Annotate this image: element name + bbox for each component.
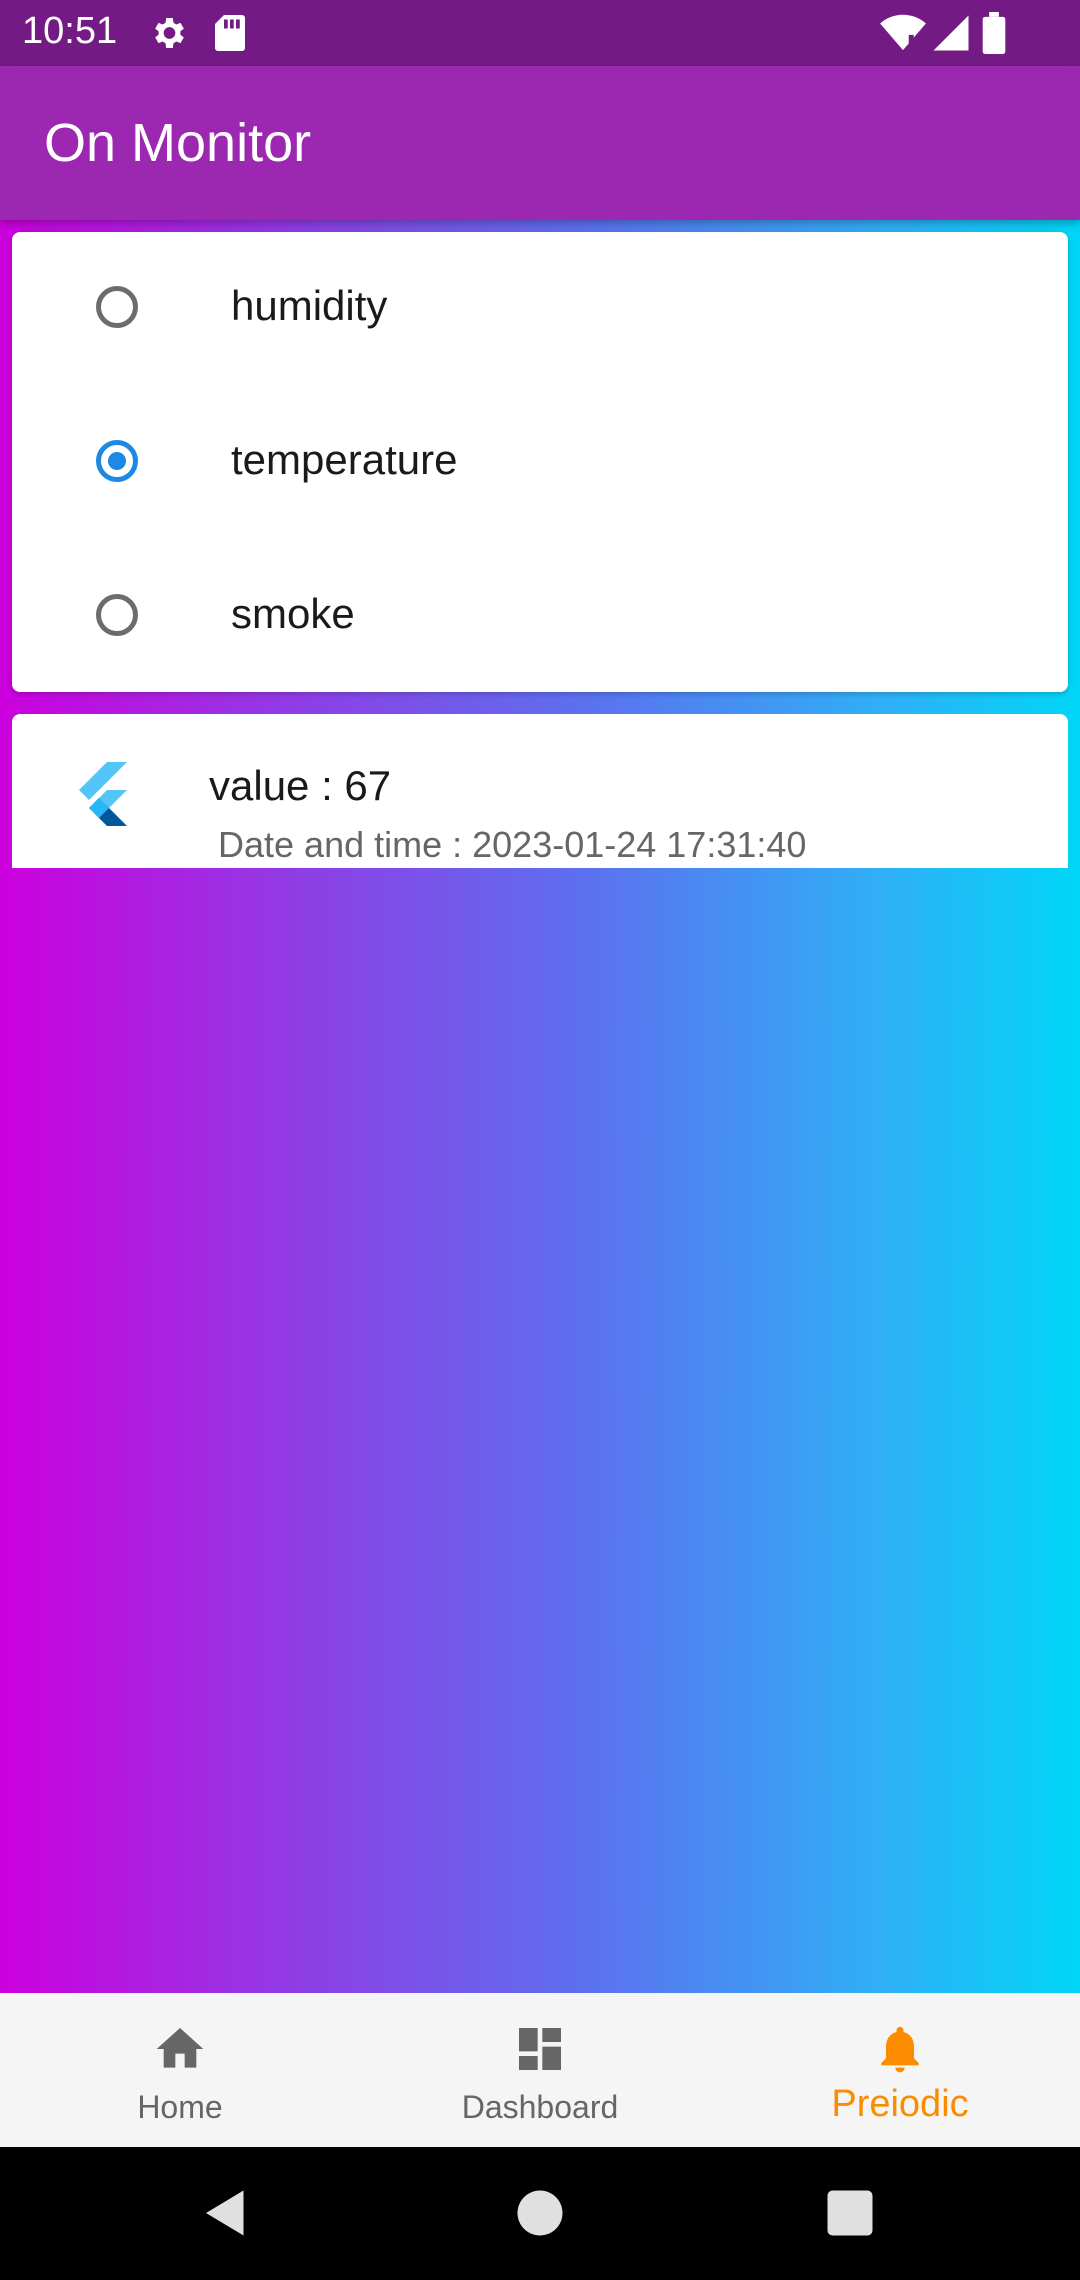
radio-label: smoke <box>231 590 355 637</box>
radio-unselected-icon[interactable] <box>96 594 138 636</box>
nav-label: Home <box>137 2089 223 2125</box>
wifi-icon <box>880 14 926 53</box>
radio-option-smoke[interactable]: smoke <box>12 540 1068 694</box>
radio-option-humidity[interactable]: humidity <box>12 232 1068 386</box>
home-icon <box>156 2028 204 2068</box>
nav-label: Dashboard <box>461 2089 619 2125</box>
page-title: On Monitor <box>44 113 312 173</box>
status-bar: 10:51 <box>0 0 1080 66</box>
sd-card-icon <box>215 15 245 51</box>
back-icon[interactable] <box>196 2183 256 2243</box>
reading-value: value : 67 <box>209 762 392 809</box>
reading-list-item: value : 67 Date and time : 2023-01-24 17… <box>12 714 1068 868</box>
bottom-navigation: Home Dashboard Preiodic <box>0 1993 1080 2147</box>
home-button-icon[interactable] <box>510 2183 570 2243</box>
radio-label: humidity <box>231 282 388 329</box>
status-time: 10:51 <box>22 10 118 52</box>
battery-icon <box>982 12 1006 54</box>
flutter-logo-icon <box>79 762 127 826</box>
recents-icon[interactable] <box>820 2183 880 2243</box>
settings-icon <box>155 18 184 48</box>
nav-label: Preiodic <box>831 2083 969 2125</box>
signal-icon <box>933 15 969 51</box>
sensor-selector-card: humidity temperature smoke <box>12 232 1068 692</box>
nav-item-dashboard[interactable]: Dashboard <box>360 1993 720 2147</box>
bell-icon <box>881 2026 919 2073</box>
radio-selected-icon[interactable] <box>96 440 138 482</box>
radio-unselected-icon[interactable] <box>96 286 138 328</box>
radio-option-temperature[interactable]: temperature <box>12 386 1068 540</box>
radio-dot <box>108 452 126 470</box>
reading-datetime: Date and time : 2023-01-24 17:31:40 <box>218 824 807 865</box>
app-bar: On Monitor <box>0 66 1080 220</box>
nav-item-preiodic[interactable]: Preiodic <box>720 1993 1080 2147</box>
dashboard-icon <box>519 2028 561 2070</box>
radio-label: temperature <box>231 436 458 483</box>
system-navigation-bar <box>0 2147 1080 2280</box>
nav-item-home[interactable]: Home <box>0 1993 360 2147</box>
